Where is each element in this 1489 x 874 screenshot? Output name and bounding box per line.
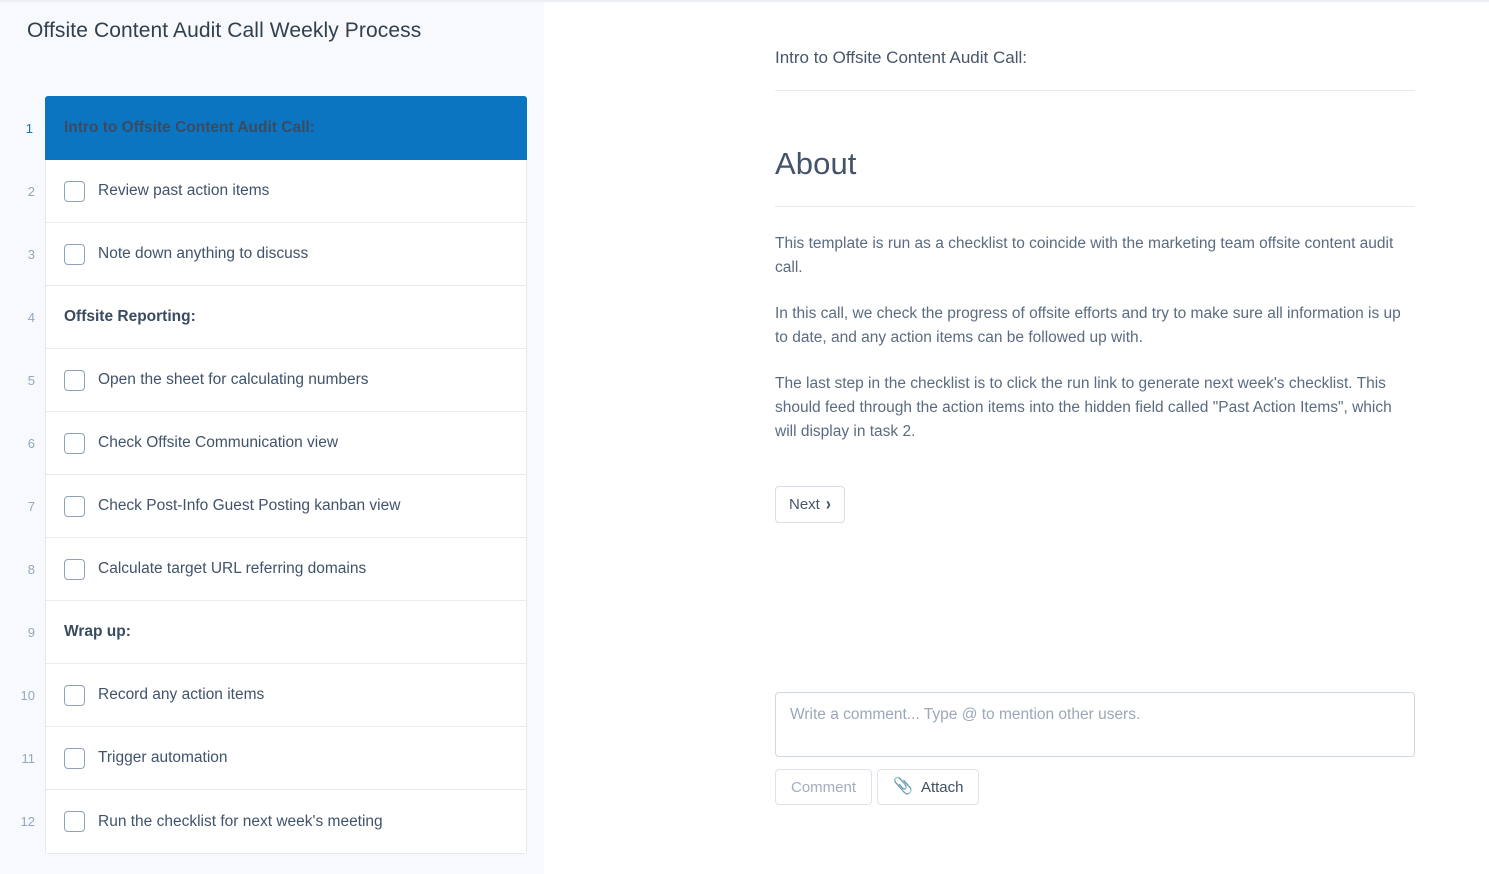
about-paragraph: The last step in the checklist is to cli… — [775, 375, 1392, 440]
task-label: Record any action items — [98, 686, 265, 703]
task-number: 9 — [27, 624, 35, 640]
app-root: Offsite Content Audit Call Weekly Proces… — [0, 0, 1489, 874]
task-label: Run the checklist for next week's meetin… — [98, 812, 383, 830]
task-label: Calculate target URL referring domains — [98, 560, 367, 577]
task-row[interactable]: 5 Open the sheet for calculating numbers — [28, 349, 526, 412]
task-number: 7 — [27, 498, 35, 514]
task-checkbox[interactable] — [64, 811, 85, 832]
about-heading: About — [775, 146, 857, 181]
comment-button[interactable]: Comment — [775, 769, 873, 805]
task-label: Note down anything to discuss — [98, 245, 309, 262]
task-checkbox[interactable] — [64, 684, 85, 706]
task-number: 8 — [27, 561, 35, 577]
task-number: 3 — [27, 246, 35, 262]
task-number: 1 — [25, 120, 33, 136]
page-title: Offsite Content Audit Call Weekly Proces… — [27, 19, 422, 42]
task-row[interactable]: 6 Check Offsite Communication view — [28, 412, 526, 475]
task-checkbox[interactable] — [64, 558, 85, 580]
task-checkbox[interactable] — [64, 432, 85, 454]
task-row[interactable]: 4 Offsite Reporting: — [28, 286, 526, 349]
comment-actions: Comment 📎 Attach — [775, 769, 1415, 805]
task-label: Wrap up: — [64, 623, 131, 640]
task-number: 12 — [20, 814, 35, 829]
task-row[interactable]: 8 Calculate target URL referring domains — [28, 538, 526, 601]
task-number: 5 — [27, 372, 35, 388]
attach-button[interactable]: 📎 Attach — [877, 769, 980, 805]
step-title: Intro to Offsite Content Audit Call: — [775, 48, 1027, 67]
task-number: 10 — [20, 687, 35, 703]
task-row[interactable]: 10 Record any action items — [21, 664, 526, 727]
task-label: Open the sheet for calculating numbers — [98, 371, 369, 388]
task-checkbox[interactable] — [64, 180, 85, 202]
paperclip-icon: 📎 — [893, 778, 913, 795]
task-row[interactable]: 3 Note down anything to discuss — [28, 223, 526, 286]
task-list: 1 Intro to Offsite Content Audit Call: 2 Re… — [21, 96, 527, 854]
task-row[interactable]: 9 Wrap up: — [28, 601, 526, 664]
title-divider — [775, 90, 1415, 91]
task-label: Trigger automation — [98, 749, 228, 766]
detail-content: Intro to Offsite Content Audit Call: Abo… — [775, 2, 1415, 523]
task-label: Check Offsite Communication view — [98, 434, 339, 451]
task-row[interactable]: 11 Trigger automation — [22, 727, 526, 790]
task-row[interactable]: 1 Intro to Offsite Content Audit Call: — [26, 96, 527, 160]
next-button-label: Next — [789, 496, 820, 513]
comment-area: Comment 📎 Attach — [775, 692, 1415, 805]
comment-input[interactable] — [775, 692, 1415, 757]
checklist-panel: Offsite Content Audit Call Weekly Proces… — [0, 2, 544, 874]
task-checkbox[interactable] — [64, 243, 85, 265]
about-body: This template is run as a checklist to c… — [775, 232, 1415, 444]
detail-panel: Intro to Offsite Content Audit Call: Abo… — [544, 2, 1489, 874]
task-number: 2 — [27, 183, 35, 199]
task-row[interactable]: 2 Review past action items — [28, 160, 526, 223]
task-number: 11 — [21, 750, 36, 766]
task-label: Intro to Offsite Content Audit Call: — [64, 119, 315, 136]
chevron-right-icon: › — [825, 493, 831, 516]
about-divider — [775, 206, 1415, 207]
task-label: Check Post-Info Guest Posting kanban vie… — [98, 497, 401, 514]
task-checkbox[interactable] — [64, 747, 85, 769]
task-number: 4 — [27, 309, 35, 325]
about-paragraph: This template is run as a checklist to c… — [775, 235, 1394, 276]
task-label: Review past action items — [98, 182, 270, 199]
task-label: Offsite Reporting: — [64, 308, 196, 325]
task-checkbox[interactable] — [64, 369, 85, 391]
about-paragraph: In this call, we check the progress of o… — [775, 305, 1401, 346]
next-button[interactable]: Next › — [775, 486, 845, 523]
comment-button-label: Comment — [791, 778, 857, 796]
task-number: 6 — [27, 435, 35, 451]
task-row[interactable]: 12 Run the checklist for next week's meet… — [21, 790, 526, 853]
task-row[interactable]: 7 Check Post-Info Guest Posting kanban vi… — [28, 475, 526, 538]
attach-button-label: Attach — [920, 778, 964, 796]
task-checkbox[interactable] — [64, 495, 85, 517]
